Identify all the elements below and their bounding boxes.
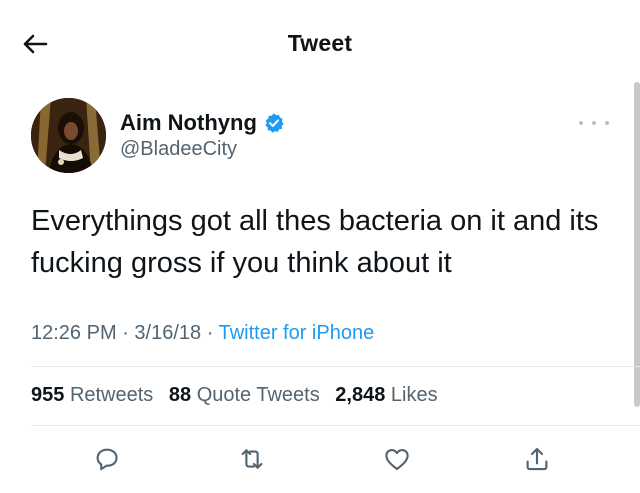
retweets-stat[interactable]: 955 Retweets — [31, 384, 153, 406]
more-options-button[interactable] — [579, 116, 609, 130]
dot-icon — [592, 121, 596, 125]
retweet-icon — [241, 449, 263, 469]
quote-tweets-count: 88 — [168, 384, 192, 406]
action-bar — [31, 435, 611, 483]
dot-icon — [605, 121, 609, 125]
likes-stat[interactable]: 2,848 Likes — [335, 384, 437, 406]
tweet-meta: 12:26 PM · 3/16/18 · Twitter for iPhone — [31, 322, 374, 345]
avatar[interactable] — [31, 98, 106, 173]
share-icon — [526, 447, 548, 471]
author-handle[interactable]: @BladeeCity — [120, 138, 237, 161]
tweet-stats: 955 Retweets 88 Quote Tweets 2,848 Likes — [31, 384, 448, 407]
tweet-source-link[interactable]: Twitter for iPhone — [219, 322, 375, 344]
tweet-time[interactable]: 12:26 PM — [31, 322, 117, 344]
retweet-button[interactable] — [228, 435, 276, 483]
likes-label: Likes — [390, 384, 438, 406]
divider — [31, 425, 640, 426]
avatar-image — [31, 98, 106, 173]
meta-separator: · — [122, 322, 129, 344]
retweets-label: Retweets — [69, 384, 154, 406]
reply-button[interactable] — [83, 435, 131, 483]
top-bar: Tweet — [0, 0, 640, 88]
like-button[interactable] — [373, 435, 421, 483]
author-name[interactable]: Aim Nothyng — [120, 110, 285, 136]
share-button[interactable] — [513, 435, 561, 483]
divider — [31, 366, 640, 367]
quote-tweets-label: Quote Tweets — [196, 384, 320, 406]
page-title: Tweet — [287, 30, 353, 56]
reply-icon — [96, 448, 118, 471]
quote-tweets-stat[interactable]: 88 Quote Tweets — [169, 384, 320, 406]
tweet-text: Everythings got all thes bacteria on it … — [31, 205, 599, 279]
author-name-text: Aim Nothyng — [120, 110, 257, 135]
dot-icon — [579, 121, 583, 125]
tweet-date[interactable]: 3/16/18 — [134, 322, 201, 344]
scrollbar[interactable] — [634, 82, 640, 407]
likes-count: 2,848 — [335, 384, 386, 406]
like-icon — [385, 448, 409, 471]
verified-badge-icon — [265, 113, 284, 133]
retweets-count: 955 — [31, 384, 65, 406]
meta-separator: · — [206, 322, 214, 344]
